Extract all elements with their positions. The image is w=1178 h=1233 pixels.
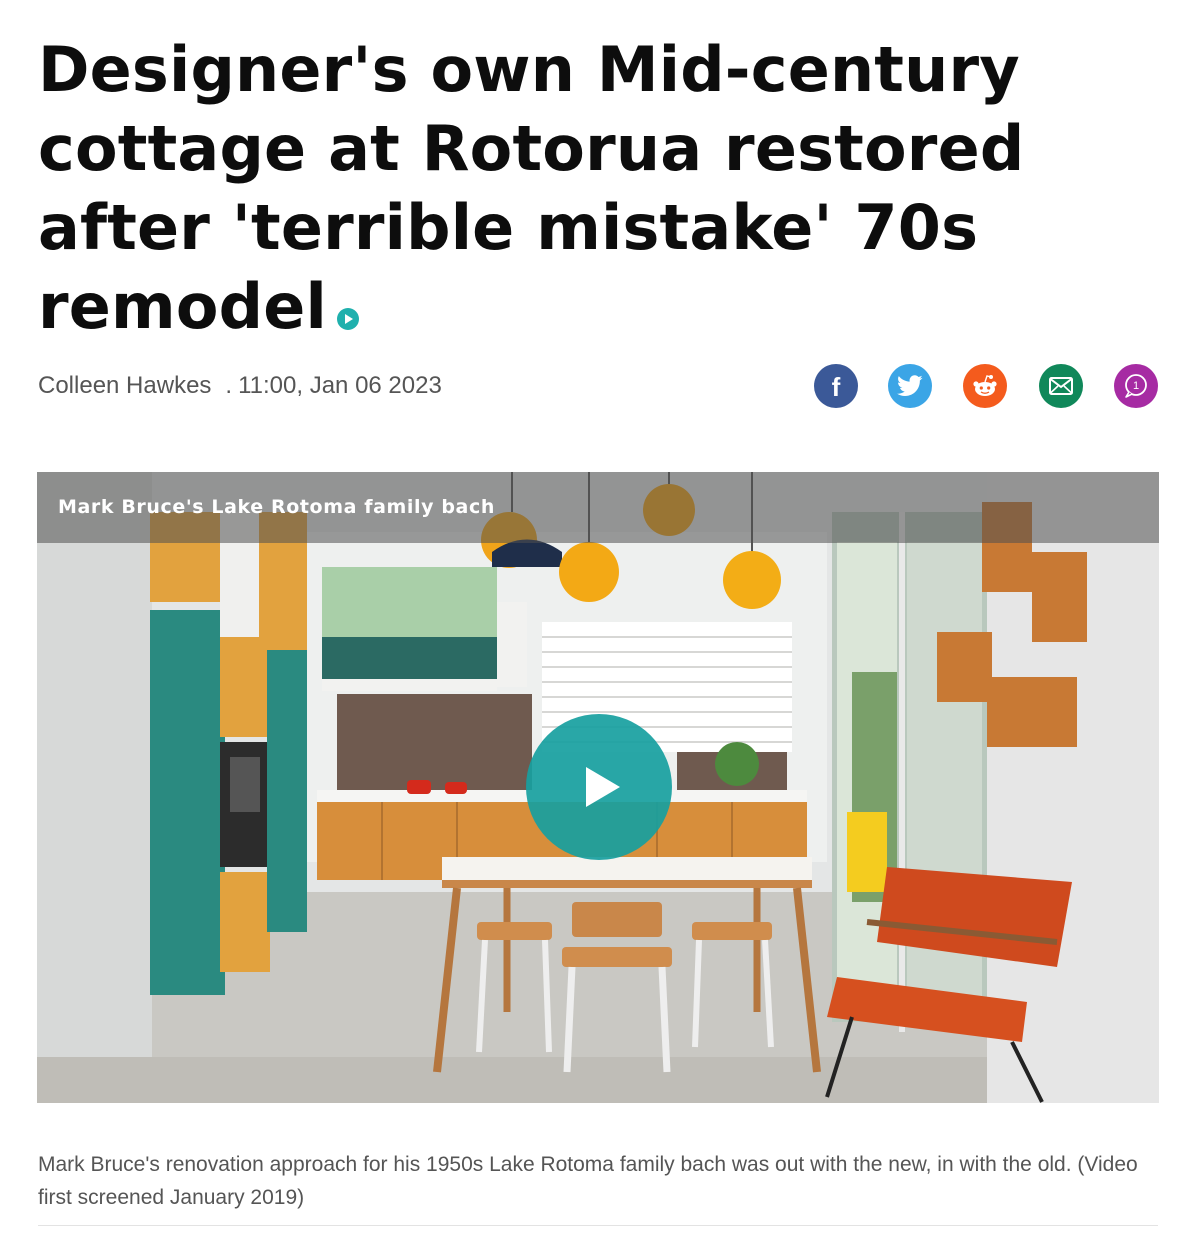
comments-icon: 1: [1125, 374, 1147, 398]
video-caption: Mark Bruce's renovation approach for his…: [38, 1153, 1138, 1209]
headline-line: cottage at Rotorua restored: [38, 112, 1025, 185]
share-facebook-button[interactable]: f: [814, 364, 858, 408]
play-button[interactable]: [526, 714, 672, 860]
divider: [38, 1225, 1158, 1226]
reddit-icon: [973, 375, 997, 396]
video-title: Mark Bruce's Lake Rotoma family bach: [58, 496, 495, 518]
article-headline: Designer's own Mid-century cottage at Ro…: [38, 30, 1098, 346]
email-icon: [1049, 377, 1073, 395]
video-title-bar: Mark Bruce's Lake Rotoma family bach: [37, 472, 1159, 543]
twitter-icon: [897, 375, 923, 396]
video-player[interactable]: Mark Bruce's Lake Rotoma family bach: [37, 472, 1159, 1103]
facebook-icon: f: [831, 371, 841, 402]
comment-count: 1: [1133, 380, 1139, 392]
headline-line: Designer's own Mid-century: [38, 33, 1020, 106]
publish-timestamp: 11:00, Jan 06 2023: [238, 372, 442, 399]
byline-separator: .: [225, 372, 233, 399]
headline-line: remodel: [38, 270, 327, 343]
share-reddit-button[interactable]: [963, 364, 1007, 408]
share-email-button[interactable]: [1039, 364, 1083, 408]
comments-button[interactable]: 1: [1114, 364, 1158, 408]
headline-line: after 'terrible mistake' 70s: [38, 191, 979, 264]
byline: Colleen Hawkes. 11:00, Jan 06 2023: [38, 372, 442, 400]
share-twitter-button[interactable]: [888, 364, 932, 408]
video-indicator-icon: [336, 308, 359, 330]
headline-last-line: remodel: [38, 267, 1098, 346]
author-name[interactable]: Colleen Hawkes: [38, 372, 211, 399]
